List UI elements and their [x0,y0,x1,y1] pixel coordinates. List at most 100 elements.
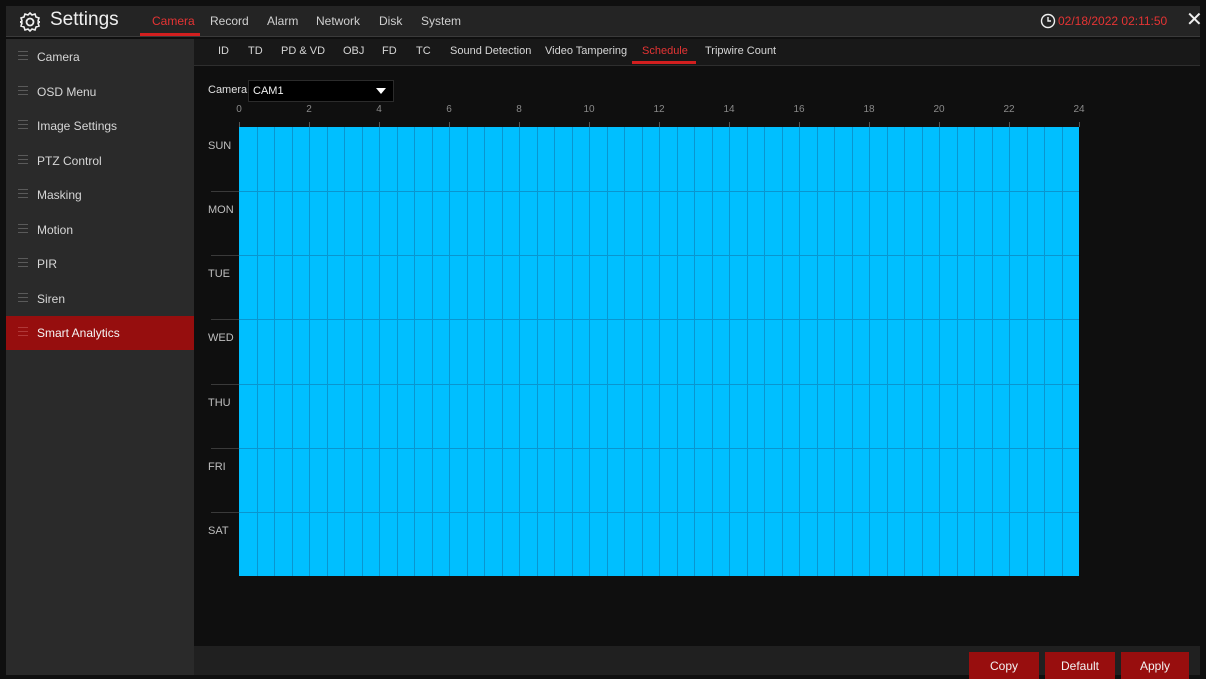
sidebar-item-label: Motion [37,223,74,237]
row-separator [211,383,239,385]
list-icon [18,86,28,96]
grid-column-line [344,127,345,576]
list-icon [18,120,28,130]
grid-column-line [939,127,940,576]
grid-column-line [536,127,538,576]
day-label: WED [208,332,234,345]
tab-disk[interactable]: Disk [379,14,402,28]
grid-column-line [974,127,975,576]
grid-column-line [501,127,503,576]
day-label: FRI [208,460,226,473]
hour-label: 12 [653,104,665,115]
caret-down-icon [376,88,386,94]
grid-column-line [886,127,888,576]
top-bar: Settings Camera Record Alarm Network Dis… [6,6,1203,37]
hour-label: 4 [376,104,382,115]
default-button[interactable]: Default [1045,652,1115,679]
grid-column-line [729,127,730,576]
list-icon [18,189,28,199]
hour-label: 2 [306,104,312,115]
sidebar: Camera OSD Menu Image Settings PTZ Contr… [6,39,194,675]
grid-column-line [781,127,783,576]
sidebar-item-masking[interactable]: Masking [6,178,194,212]
hour-label: 18 [863,104,875,115]
tab-record[interactable]: Record [210,14,249,28]
list-icon [18,327,28,337]
subtab-fd[interactable]: FD [382,45,397,57]
sidebar-item-motion[interactable]: Motion [6,213,194,247]
sidebar-item-smart-analytics[interactable]: Smart Analytics [6,316,194,350]
active-subtab-indicator [632,61,696,64]
day-label: SAT [208,524,229,537]
sidebar-item-label: PIR [37,257,58,271]
subtab-obj[interactable]: OBJ [343,45,364,57]
subtab-schedule[interactable]: Schedule [642,45,688,57]
copy-button[interactable]: Copy [969,652,1039,679]
grid-column-line [904,127,905,576]
grid-column-line [274,127,275,576]
hour-label: 14 [723,104,735,115]
gear-icon [20,12,40,32]
grid-column-line [1061,127,1063,576]
grid-column-line [764,127,765,576]
tab-system[interactable]: System [421,14,461,28]
subtab-pd-vd[interactable]: PD & VD [281,45,325,57]
sidebar-item-ptz-control[interactable]: PTZ Control [6,144,194,178]
list-icon [18,258,28,268]
clock-icon [1040,13,1056,29]
subtab-video-tampering[interactable]: Video Tampering [545,45,627,57]
grid-column-line [746,127,748,576]
grid-column-line [571,127,573,576]
hour-label: 6 [446,104,452,115]
hour-label: 10 [583,104,595,115]
day-label: MON [208,204,234,217]
grid-column-line [694,127,695,576]
sidebar-item-label: Smart Analytics [37,326,120,340]
grid-column-line [799,127,800,576]
subtab-sound-detection[interactable]: Sound Detection [450,45,531,57]
schedule-fill-area[interactable] [239,127,1079,576]
tab-camera[interactable]: Camera [152,14,195,28]
row-separator [211,191,239,193]
grid-column-line [396,127,398,576]
grid-column-line [659,127,660,576]
sidebar-item-osd-menu[interactable]: OSD Menu [6,75,194,109]
subtab-td[interactable]: TD [248,45,263,57]
row-separator [211,255,239,257]
row-separator [211,511,239,513]
sidebar-item-label: Camera [37,50,80,64]
grid-column-line [869,127,870,576]
hour-tick-mark [1079,122,1080,127]
subtab-id[interactable]: ID [218,45,229,57]
active-tab-indicator [140,33,200,36]
sidebar-item-camera[interactable]: Camera [6,40,194,74]
page-title: Settings [50,9,119,30]
sidebar-item-label: PTZ Control [37,154,102,168]
sidebar-item-image-settings[interactable]: Image Settings [6,109,194,143]
grid-column-line [1026,127,1028,576]
subtab-tc[interactable]: TC [416,45,431,57]
tab-alarm[interactable]: Alarm [267,14,298,28]
grid-column-line [256,127,258,576]
day-label: TUE [208,268,230,281]
camera-select-value: CAM1 [253,85,284,97]
sidebar-item-pir[interactable]: PIR [6,247,194,281]
grid-column-line [291,127,293,576]
grid-column-line [991,127,993,576]
sidebar-item-label: OSD Menu [37,85,97,99]
grid-column-line [589,127,590,576]
tab-network[interactable]: Network [316,14,360,28]
list-icon [18,51,28,61]
grid-column-line [606,127,608,576]
close-icon[interactable]: ✕ [1186,10,1203,30]
sub-tab-bar: ID TD PD & VD OBJ FD TC Sound Detection … [194,39,1200,66]
grid-column-line [554,127,555,576]
camera-select[interactable]: CAM1 [248,80,394,102]
subtab-tripwire-count[interactable]: Tripwire Count [705,45,776,57]
grid-column-line [816,127,818,576]
apply-button[interactable]: Apply [1121,652,1189,679]
hour-label: 22 [1003,104,1015,115]
grid-column-line [309,127,310,576]
sidebar-item-siren[interactable]: Siren [6,282,194,316]
grid-column-line [484,127,485,576]
